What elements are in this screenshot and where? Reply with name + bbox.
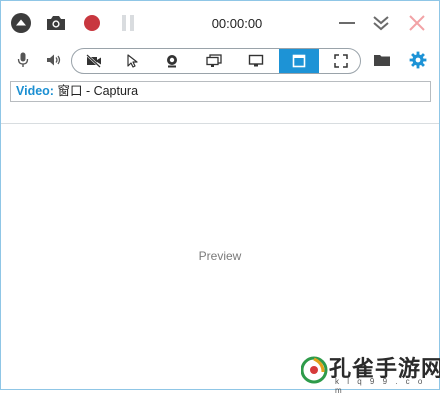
close-button[interactable] [405, 11, 429, 35]
gear-icon [409, 51, 427, 69]
preview-label: Preview [198, 249, 242, 263]
region-option[interactable] [324, 49, 358, 73]
speaker-button[interactable] [43, 49, 65, 71]
peacock-logo-icon [301, 356, 328, 384]
preview-area: Preview [1, 125, 439, 389]
folder-icon [374, 55, 390, 66]
open-folder-button[interactable] [371, 49, 393, 71]
microphone-icon [17, 52, 29, 67]
app-window: 00:00:00 Video: 窗口 - Captura Preview 孔雀手… [0, 0, 440, 395]
screenshot-button[interactable] [43, 11, 69, 35]
webcam-icon [167, 55, 177, 68]
screen-icon [248, 54, 264, 67]
record-button[interactable] [79, 11, 105, 35]
pause-icon [122, 15, 134, 31]
watermark-subtitle: k l q 9 9 . c o m [335, 377, 426, 395]
window-option[interactable] [279, 49, 319, 73]
cursor-option[interactable] [114, 49, 150, 73]
video-source-selector [71, 48, 361, 74]
collapse-button[interactable] [369, 11, 393, 35]
speaker-icon [47, 54, 61, 66]
video-label: Video: [16, 84, 54, 98]
multi-screen-option[interactable] [196, 49, 232, 73]
cursor-icon [127, 54, 138, 68]
microphone-button[interactable] [13, 49, 33, 71]
pause-button[interactable] [115, 11, 141, 35]
source-toolbar [1, 45, 439, 75]
screen-option[interactable] [238, 49, 274, 73]
webcam-option[interactable] [154, 49, 190, 73]
settings-button[interactable] [407, 49, 429, 71]
minimize-icon [339, 22, 355, 24]
double-chevron-down-icon [373, 16, 389, 31]
record-icon [84, 15, 100, 31]
menu-button[interactable] [9, 11, 33, 35]
top-toolbar: 00:00:00 [1, 1, 439, 45]
close-icon [409, 15, 425, 31]
no-video-option[interactable] [76, 49, 112, 73]
window-icon [292, 54, 306, 68]
region-icon [334, 54, 348, 68]
video-source-value: 窗口 - Captura [57, 84, 139, 98]
camera-icon [47, 16, 65, 30]
minimize-button[interactable] [335, 11, 359, 35]
multi-screen-icon [206, 54, 222, 67]
video-source-display[interactable]: Video: 窗口 - Captura [10, 81, 431, 102]
divider [1, 123, 439, 124]
watermark-logo: 孔雀手游网 k l q 9 9 . c o m [301, 351, 440, 395]
menu-circle-icon [11, 13, 31, 33]
no-video-icon [86, 54, 101, 68]
recording-timer: 00:00:00 [211, 16, 263, 31]
